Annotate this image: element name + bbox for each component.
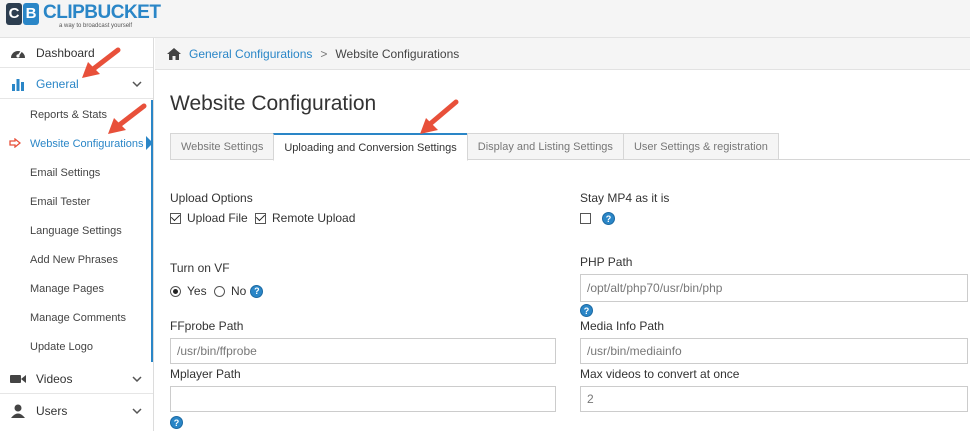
annotation-arrow-icon xyxy=(420,99,459,134)
sidebar-item-label: General xyxy=(36,76,79,91)
vf-no-label: No xyxy=(231,284,247,298)
sidebar-item-label: Dashboard xyxy=(36,45,95,60)
upload-options-label: Upload Options xyxy=(170,191,253,205)
breadcrumb: General Configurations > Website Configu… xyxy=(155,38,970,70)
logo-name: CLIPBUCKET xyxy=(43,2,161,23)
max-videos-label: Max videos to convert at once xyxy=(580,367,740,381)
breadcrumb-separator: > xyxy=(320,46,328,61)
tab-uploading-conversion-settings[interactable]: Uploading and Conversion Settings xyxy=(273,133,468,161)
home-icon[interactable] xyxy=(167,47,181,60)
breadcrumb-link-general-configurations[interactable]: General Configurations xyxy=(189,47,312,61)
page-title: Website Configuration xyxy=(170,92,377,115)
user-icon xyxy=(0,404,36,418)
turn-on-vf-label: Turn on VF xyxy=(170,261,230,275)
vf-no-option[interactable]: No ? xyxy=(214,284,264,298)
bar-chart-icon xyxy=(0,77,36,91)
submenu-item-website-configurations[interactable]: Website Configurations xyxy=(0,129,150,158)
ffprobe-path-input[interactable]: /usr/bin/ffprobe xyxy=(170,338,556,364)
vf-yes-radio[interactable] xyxy=(170,285,181,297)
tab-website-settings[interactable]: Website Settings xyxy=(170,133,275,160)
video-camera-icon xyxy=(0,373,36,385)
breadcrumb-current: Website Configurations xyxy=(335,46,460,61)
submenu-item-manage-pages[interactable]: Manage Pages xyxy=(0,274,150,303)
help-icon[interactable]: ? xyxy=(602,212,615,225)
mplayer-path-label: Mplayer Path xyxy=(170,367,241,381)
sidebar-item-label: Videos xyxy=(36,371,73,386)
upload-file-option[interactable]: Upload File xyxy=(170,211,248,225)
tabs-divider xyxy=(768,159,970,160)
general-submenu: Reports & Stats Website Configurations E… xyxy=(0,100,153,362)
tab-display-listing-settings[interactable]: Display and Listing Settings xyxy=(466,133,624,160)
logo-badge-icon: C B xyxy=(6,3,40,25)
sidebar: Dashboard General Reports & Stats Websit… xyxy=(0,38,154,431)
stay-mp4-option[interactable]: ? xyxy=(580,212,615,225)
upload-file-label: Upload File xyxy=(187,211,248,225)
clipbucket-logo[interactable]: C B CLIPBUCKET a way to broadcast yourse… xyxy=(6,2,161,33)
chevron-down-icon xyxy=(132,81,142,88)
submenu-item-label: Website Configurations xyxy=(30,137,144,150)
logo-tagline: a way to broadcast yourself xyxy=(59,23,133,29)
check-icon xyxy=(170,211,181,222)
submenu-item-add-new-phrases[interactable]: Add New Phrases xyxy=(0,245,150,274)
stay-mp4-checkbox[interactable] xyxy=(580,213,591,224)
media-info-path-input[interactable]: /usr/bin/mediainfo xyxy=(580,338,968,364)
submenu-item-update-logo[interactable]: Update Logo xyxy=(0,332,150,361)
submenu-item-manage-comments[interactable]: Manage Comments xyxy=(0,303,150,332)
vf-yes-label: Yes xyxy=(187,284,207,298)
chevron-down-icon xyxy=(132,408,142,415)
sidebar-item-dashboard[interactable]: Dashboard xyxy=(0,38,153,68)
tab-user-settings-registration[interactable]: User Settings & registration xyxy=(622,133,779,160)
vf-no-radio[interactable] xyxy=(214,285,225,297)
max-videos-input[interactable]: 2 xyxy=(580,386,968,412)
remote-upload-option[interactable]: Remote Upload xyxy=(255,211,355,225)
help-icon[interactable]: ? xyxy=(170,416,183,429)
stay-mp4-label: Stay MP4 as it is xyxy=(580,191,670,205)
php-path-label: PHP Path xyxy=(580,255,633,269)
help-icon[interactable]: ? xyxy=(580,304,593,317)
submenu-item-reports-stats[interactable]: Reports & Stats xyxy=(0,100,150,129)
submenu-item-language-settings[interactable]: Language Settings xyxy=(0,216,150,245)
upload-file-checkbox[interactable] xyxy=(170,211,181,224)
php-path-input[interactable]: /opt/alt/php70/usr/bin/php xyxy=(580,274,968,302)
sidebar-item-users[interactable]: Users xyxy=(0,396,153,426)
vf-yes-option[interactable]: Yes xyxy=(170,284,207,298)
submenu-item-email-tester[interactable]: Email Tester xyxy=(0,187,150,216)
media-info-path-label: Media Info Path xyxy=(580,319,665,333)
settings-tabs: Website Settings Uploading and Conversio… xyxy=(170,133,779,161)
check-icon xyxy=(255,211,266,222)
remote-upload-label: Remote Upload xyxy=(272,211,356,225)
sidebar-item-videos[interactable]: Videos xyxy=(0,364,153,394)
logo-letter-c: C xyxy=(6,3,22,25)
sidebar-item-label: Users xyxy=(36,404,68,418)
logo-text: CLIPBUCKET a way to broadcast yourself xyxy=(43,2,161,30)
active-pointer xyxy=(146,136,153,150)
submenu-item-email-settings[interactable]: Email Settings xyxy=(0,158,150,187)
chevron-down-icon xyxy=(132,376,142,383)
pointing-hand-icon xyxy=(9,138,21,148)
help-icon[interactable]: ? xyxy=(250,284,264,298)
radio-dot-icon xyxy=(173,288,178,294)
remote-upload-checkbox[interactable] xyxy=(255,211,266,224)
top-header: C B CLIPBUCKET a way to broadcast yourse… xyxy=(0,0,970,38)
ffprobe-path-label: FFprobe Path xyxy=(170,319,244,333)
dashboard-gauge-icon xyxy=(0,46,36,60)
sidebar-item-general[interactable]: General xyxy=(0,69,153,99)
logo-letter-b: B xyxy=(23,3,39,25)
mplayer-path-input[interactable] xyxy=(170,386,556,412)
